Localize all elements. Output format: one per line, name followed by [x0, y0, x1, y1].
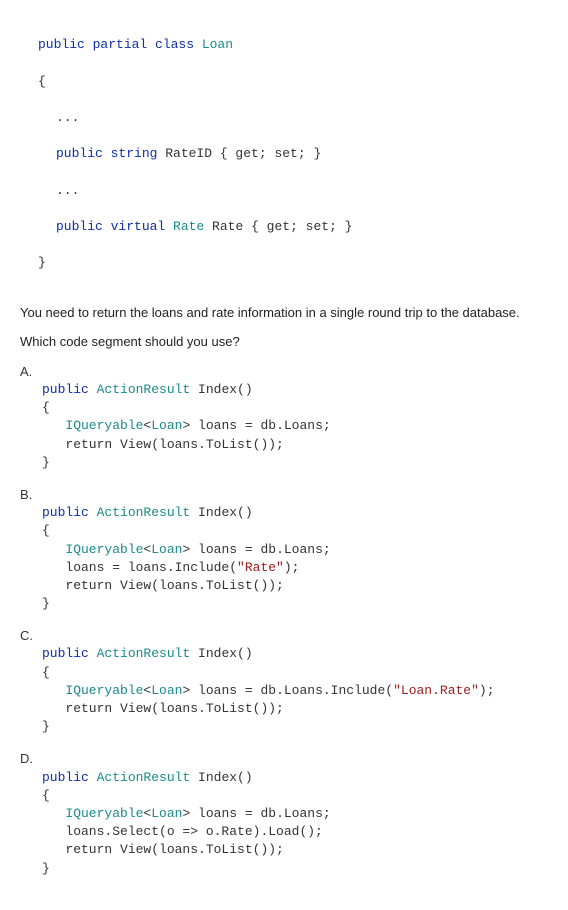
option-b: B. public ActionResult Index() { IQuerya… [20, 486, 548, 613]
option-b-code: public ActionResult Index() { IQueryable… [42, 486, 331, 613]
option-d-code: public ActionResult Index() { IQueryable… [42, 750, 331, 877]
option-c-code: public ActionResult Index() { IQueryable… [42, 627, 495, 736]
class-declaration: public partial class Loan { ... public s… [20, 18, 548, 291]
option-d-label: D. [20, 750, 42, 766]
option-c: C. public ActionResult Index() { IQuerya… [20, 627, 548, 736]
option-d: D. public ActionResult Index() { IQuerya… [20, 750, 548, 877]
option-a-label: A. [20, 363, 42, 379]
option-a-code: public ActionResult Index() { IQueryable… [42, 363, 331, 472]
option-b-label: B. [20, 486, 42, 502]
option-a: A. public ActionResult Index() { IQuerya… [20, 363, 548, 472]
option-c-label: C. [20, 627, 42, 643]
question-text-2: Which code segment should you use? [20, 334, 548, 349]
question-text-1: You need to return the loans and rate in… [20, 305, 548, 320]
